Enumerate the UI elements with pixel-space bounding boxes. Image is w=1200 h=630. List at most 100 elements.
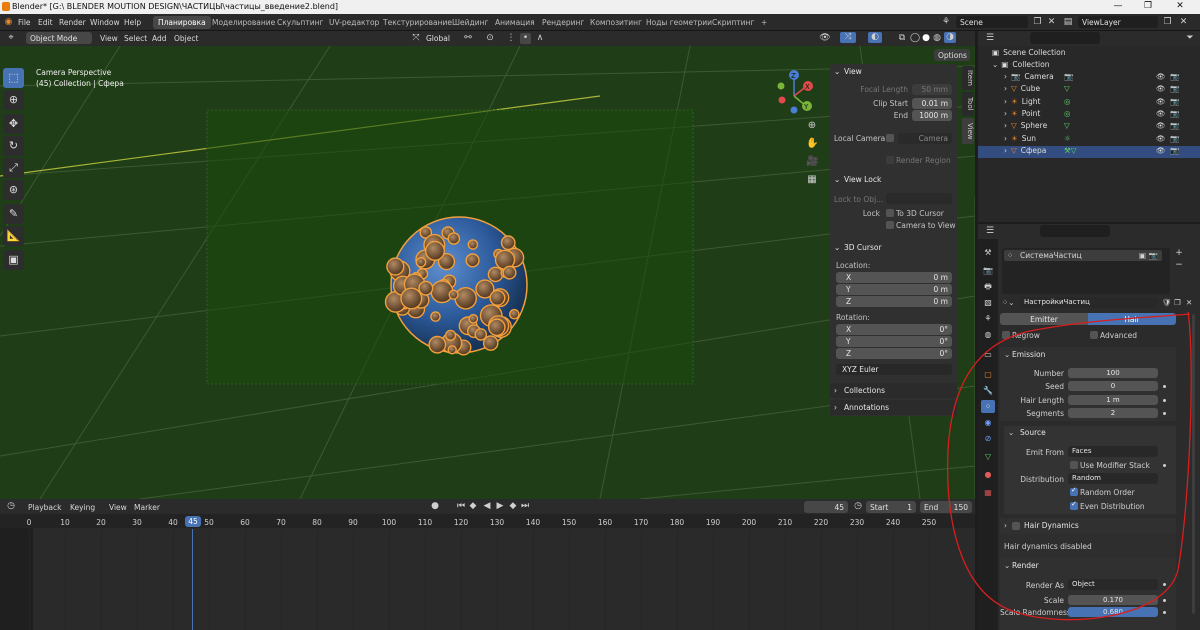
scene-selector[interactable]: Scene [956,16,1028,28]
play-icon[interactable]: ▶ [495,501,505,512]
keyframe-dot-icon[interactable] [1163,385,1166,388]
cursor-tool-icon[interactable]: ⊕ [3,90,24,110]
object-data-icon[interactable]: 📷 [1064,72,1073,81]
render-panel-header[interactable]: ⌄ Render [1000,558,1176,574]
outliner-item[interactable]: › ☀ Sun ☼ 👁 📷 [978,134,1200,146]
particle-system-list[interactable]: ⁘ СистемаЧастиц ▣ 📷 [1002,248,1170,294]
number-field[interactable]: 100 [1068,368,1158,378]
clip-start-field[interactable]: 0.01 m [912,98,952,109]
texture-properties-icon[interactable]: ▦ [981,486,995,499]
chevron-right-icon[interactable]: › [1004,121,1007,130]
viewport-menu-select[interactable]: Select [124,34,147,43]
snap-target-icon[interactable]: ⋮ [505,33,517,44]
render-region-checkbox[interactable] [886,156,894,164]
viewport-menu-add[interactable]: Add [152,34,167,43]
timeline-menu-playback[interactable]: Playback [28,503,61,512]
duplicate-icon[interactable]: ❐ [1174,298,1181,307]
jump-end-icon[interactable]: ⏭ [520,501,530,512]
cursor-y-field[interactable]: Y 0 m [836,284,952,295]
particle-settings-name[interactable]: НастройкиЧастиц [1020,297,1158,308]
render-camera-icon[interactable]: 📷 [1170,72,1179,81]
particle-properties-icon[interactable]: ⁘ [981,400,995,413]
timeline-editor[interactable]: ◷ Playback Keying View Marker ● ⏮ ◆ ◀ ▶ … [0,499,975,630]
view-section-header[interactable]: ⌄ View [830,64,957,79]
cursor-x-field[interactable]: X 0 m [836,272,952,283]
rotation-z-field[interactable]: Z 0° [836,348,952,359]
visibility-eye-icon[interactable]: 👁 [1156,109,1166,118]
timeline-menu-keying[interactable]: Keying [70,503,95,512]
advanced-checkbox[interactable] [1090,331,1098,339]
render-camera-icon[interactable]: 📷 [1170,134,1179,143]
properties-editor-icon[interactable]: ☰ [984,226,996,237]
options-dropdown[interactable]: Options [934,49,970,61]
visibility-eye-icon[interactable]: 👁 [1156,146,1166,155]
hair-dynamics-checkbox[interactable] [1012,522,1020,530]
gizmo-toggle-icon[interactable]: ⤨ [840,32,856,43]
to-3d-cursor-checkbox[interactable] [886,209,894,217]
even-distribution-checkbox[interactable] [1070,500,1078,510]
properties-scrollbar[interactable] [1192,314,1195,614]
chevron-right-icon[interactable]: › [1004,109,1007,118]
outliner-item[interactable]: › ▽ Sphere ▽ 👁 📷 [978,121,1200,133]
tab-view[interactable]: View [962,118,974,144]
end-frame-field[interactable]: End 150 [920,501,972,513]
tab-uv-editing[interactable]: UV-редактор [324,16,384,29]
source-panel-header[interactable]: ⌄ Source [1004,426,1176,440]
keyframe-dot-icon[interactable] [1163,464,1166,467]
outliner-item[interactable]: › ☀ Light ◎ 👁 📷 [978,97,1200,109]
visibility-eye-icon[interactable]: 👁 [1156,121,1166,130]
menu-window[interactable]: Window [90,18,120,27]
solid-shading-icon[interactable]: ● [921,33,931,44]
outliner-collection[interactable]: ⌄ ▣ Collection [978,60,1200,72]
outliner-item[interactable]: › ▽ Сфера ⚒▽ 👁 📷 [978,145,1200,158]
falloff-icon[interactable]: ∧ [534,33,546,44]
play-reverse-icon[interactable]: ◀ [482,501,492,512]
local-camera-field[interactable]: Camera [898,133,952,144]
delete-scene-icon[interactable]: ✕ [1046,17,1057,28]
proportional-edit-icon[interactable]: • [520,33,531,44]
camera-view-icon[interactable]: 🎥 [806,156,818,167]
emitter-type-button[interactable]: Emitter [1000,313,1088,325]
remove-particle-system-icon[interactable]: − [1174,260,1184,271]
tab-sculpting[interactable]: Скульптинг [272,16,328,29]
material-shading-icon[interactable]: ◍ [932,33,942,44]
add-cube-tool-icon[interactable]: ▣ [3,250,24,270]
visibility-icon[interactable]: 👁 [818,33,832,44]
seed-field[interactable]: 0 [1068,381,1158,391]
3d-viewport[interactable]: Z X Y Camera Perspective (45) Collection… [0,46,975,499]
visibility-eye-icon[interactable]: 👁 [1156,84,1166,93]
tab-shading[interactable]: Шейдинг [447,16,493,29]
cursor-z-field[interactable]: Z 0 m [836,296,952,307]
timeline-editor-icon[interactable]: ◷ [4,501,18,512]
scale-tool-icon[interactable]: ⤢ [3,158,24,178]
tab-geometry-nodes[interactable]: Ноды геометрии [641,16,717,29]
tab-modeling[interactable]: Моделирование [207,16,280,29]
chevron-right-icon[interactable]: › [1004,72,1007,81]
keyframe-dot-icon[interactable] [1163,599,1166,602]
add-workspace-button[interactable]: + [756,16,772,29]
object-data-icon[interactable]: ▽ [1064,84,1070,93]
segments-field[interactable]: 2 [1068,408,1158,418]
output-properties-icon[interactable]: 🖶 [981,280,995,293]
outliner-item[interactable]: › ☀ Point ◎ 👁 📷 [978,109,1200,121]
render-camera-icon[interactable]: 📷 [1170,121,1179,130]
object-data-icon[interactable]: ⚒▽ [1064,146,1077,155]
menu-render[interactable]: Render [59,18,86,27]
object-data-icon[interactable]: ▽ [1064,121,1070,130]
xray-icon[interactable]: ⧉ [896,33,908,44]
rotation-mode-dropdown[interactable]: XYZ Euler [836,364,952,375]
keyframe-dot-icon[interactable] [1163,412,1166,415]
new-view-layer-icon[interactable]: ❐ [1162,17,1173,28]
maximize-button[interactable]: ❐ [1134,1,1162,11]
menu-help[interactable]: Help [124,18,141,27]
3d-cursor-header[interactable]: ⌄ 3D Cursor [830,240,957,255]
collection-properties-icon[interactable]: ▭ [981,348,995,361]
playhead-line[interactable] [192,529,193,630]
perspective-toggle-icon[interactable]: ▦ [806,174,818,185]
outliner-search-input[interactable] [1030,32,1100,44]
random-order-checkbox[interactable] [1070,486,1078,496]
add-particle-system-icon[interactable]: + [1174,248,1184,259]
object-data-icon[interactable]: ◎ [1064,109,1071,118]
scale-randomness-field[interactable]: 0.680 [1068,607,1158,617]
wireframe-shading-icon[interactable]: ◯ [910,33,920,44]
